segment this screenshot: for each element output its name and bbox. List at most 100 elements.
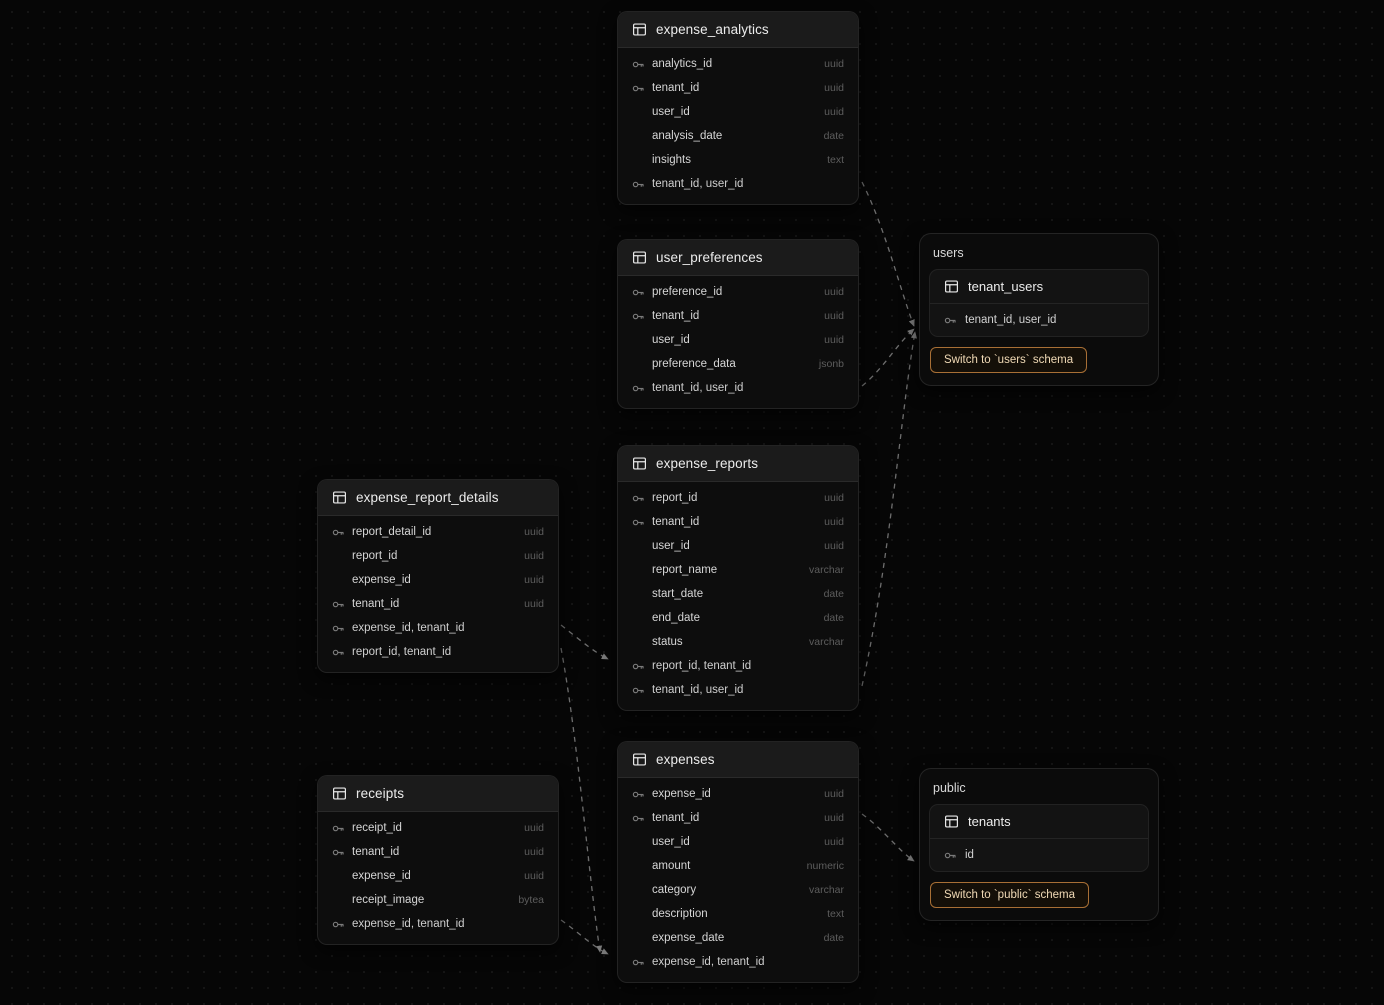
table-header-expense_analytics[interactable]: expense_analytics	[618, 12, 858, 48]
column-type: date	[823, 130, 844, 142]
schema-label: public	[933, 781, 966, 795]
column-row[interactable]: insights text	[618, 148, 858, 172]
column-name: report_id	[352, 550, 398, 562]
column-name: category	[652, 884, 697, 896]
column-row[interactable]: analysis_date date	[618, 124, 858, 148]
column-name: user_id	[652, 106, 690, 118]
table-node-expense_reports[interactable]: expense_reports report_id uuid tenant_id uui…	[618, 446, 858, 710]
key-spacer	[632, 106, 645, 119]
column-row[interactable]: user_id uuid	[618, 830, 858, 854]
primary-key-icon	[944, 849, 957, 862]
table-header-user_preferences[interactable]: user_preferences	[618, 240, 858, 276]
column-row[interactable]: expense_id uuid	[318, 568, 558, 592]
table-node-expense_analytics[interactable]: expense_analytics analytics_id uuid tenant_…	[618, 12, 858, 204]
column-name: report_id, tenant_id	[652, 660, 752, 672]
column-row[interactable]: analytics_id uuid	[618, 52, 858, 76]
column-row[interactable]: end_date date	[618, 606, 858, 630]
column-row[interactable]: tenant_id uuid	[318, 840, 558, 864]
column-row[interactable]: user_id uuid	[618, 328, 858, 352]
column-row[interactable]: description text	[618, 902, 858, 926]
table-title: expense_reports	[656, 456, 759, 471]
column-name: expense_id, tenant_id	[352, 918, 465, 930]
column-row[interactable]: tenant_id uuid	[618, 510, 858, 534]
column-row[interactable]: expense_date date	[618, 926, 858, 950]
column-name: report_id	[652, 492, 698, 504]
primary-key-icon	[332, 846, 345, 859]
table-node-expenses[interactable]: expenses expense_id uuid tenant_id uuid user_…	[618, 742, 858, 982]
column-name: expense_id, tenant_id	[652, 956, 765, 968]
column-name: report_id, tenant_id	[352, 646, 452, 658]
primary-key-icon	[632, 310, 645, 323]
column-row[interactable]: report_id uuid	[618, 486, 858, 510]
column-row[interactable]: tenant_id uuid	[618, 304, 858, 328]
column-row[interactable]: user_id uuid	[618, 534, 858, 558]
switch-schema-button-public[interactable]: Switch to `public` schema	[930, 882, 1090, 908]
mini-table-tenant_users[interactable]: tenant_users tenant_id, user_id	[930, 270, 1148, 336]
column-row[interactable]: report_name varchar	[618, 558, 858, 582]
column-row[interactable]: receipt_image bytea	[318, 888, 558, 912]
column-row[interactable]: preference_id uuid	[618, 280, 858, 304]
table-header-receipts[interactable]: receipts	[318, 776, 558, 812]
schema-group-users[interactable]: users tenant_users tenant_id, user_id Switc…	[920, 234, 1158, 385]
column-row[interactable]: tenant_id uuid	[618, 76, 858, 100]
column-row[interactable]: status varchar	[618, 630, 858, 654]
column-name: start_date	[652, 588, 704, 600]
mini-table-header[interactable]: tenants	[930, 805, 1148, 839]
key-spacer	[632, 860, 645, 873]
column-name: expense_id	[352, 870, 411, 882]
mini-table-tenants[interactable]: tenants id	[930, 805, 1148, 871]
column-row[interactable]: id	[930, 839, 1148, 871]
column-type: text	[827, 908, 844, 920]
column-row[interactable]: preference_data jsonb	[618, 352, 858, 376]
mini-table-header[interactable]: tenant_users	[930, 270, 1148, 304]
key-spacer	[632, 564, 645, 577]
edge-expense_analytics-to-tenant_users	[861, 181, 915, 327]
column-name: end_date	[652, 612, 700, 624]
column-name: receipt_image	[352, 894, 425, 906]
switch-schema-button-users[interactable]: Switch to `users` schema	[930, 347, 1088, 373]
table-header-expense_reports[interactable]: expense_reports	[618, 446, 858, 482]
table-columns: preference_id uuid tenant_id uuid user_id uui…	[618, 276, 858, 408]
column-row[interactable]: report_id uuid	[318, 544, 558, 568]
column-row[interactable]: expense_id, tenant_id	[618, 950, 858, 974]
column-row[interactable]: receipt_id uuid	[318, 816, 558, 840]
column-row[interactable]: tenant_id, user_id	[618, 172, 858, 196]
table-node-user_preferences[interactable]: user_preferences preference_id uuid tenant_…	[618, 240, 858, 408]
table-icon	[944, 814, 959, 829]
column-type: uuid	[824, 788, 844, 800]
column-row[interactable]: start_date date	[618, 582, 858, 606]
primary-key-icon	[632, 178, 645, 191]
column-type: uuid	[524, 526, 544, 538]
column-row[interactable]: tenant_id uuid	[618, 806, 858, 830]
erd-canvas[interactable]: expense_analytics analytics_id uuid tenant_…	[0, 0, 1384, 1005]
column-type: varchar	[808, 636, 844, 648]
table-node-expense_report_details[interactable]: expense_report_details report_detail_id uu…	[318, 480, 558, 672]
column-row[interactable]: report_id, tenant_id	[318, 640, 558, 664]
column-row[interactable]: user_id uuid	[618, 100, 858, 124]
column-type: uuid	[824, 334, 844, 346]
schema-group-public[interactable]: public tenants id Switch to `public` schema	[920, 769, 1158, 920]
column-row[interactable]: tenant_id, user_id	[618, 376, 858, 400]
column-row[interactable]: report_detail_id uuid	[318, 520, 558, 544]
column-row[interactable]: report_id, tenant_id	[618, 654, 858, 678]
column-row[interactable]: tenant_id uuid	[318, 592, 558, 616]
column-row[interactable]: expense_id uuid	[318, 864, 558, 888]
column-row[interactable]: expense_id, tenant_id	[318, 616, 558, 640]
column-row[interactable]: tenant_id, user_id	[930, 304, 1148, 336]
column-name: id	[965, 849, 974, 861]
column-name: tenant_id	[652, 310, 700, 322]
column-type: numeric	[806, 860, 844, 872]
column-row[interactable]: tenant_id, user_id	[618, 678, 858, 702]
column-row[interactable]: expense_id uuid	[618, 782, 858, 806]
table-header-expenses[interactable]: expenses	[618, 742, 858, 778]
column-type: varchar	[808, 564, 844, 576]
column-row[interactable]: amount numeric	[618, 854, 858, 878]
edge-receipts-to-expenses	[560, 919, 609, 955]
column-type: uuid	[824, 492, 844, 504]
column-row[interactable]: expense_id, tenant_id	[318, 912, 558, 936]
column-row[interactable]: category varchar	[618, 878, 858, 902]
column-name: tenant_id	[652, 82, 700, 94]
column-type: bytea	[518, 894, 544, 906]
table-header-expense_report_details[interactable]: expense_report_details	[318, 480, 558, 516]
table-node-receipts[interactable]: receipts receipt_id uuid tenant_id uuid expen…	[318, 776, 558, 944]
